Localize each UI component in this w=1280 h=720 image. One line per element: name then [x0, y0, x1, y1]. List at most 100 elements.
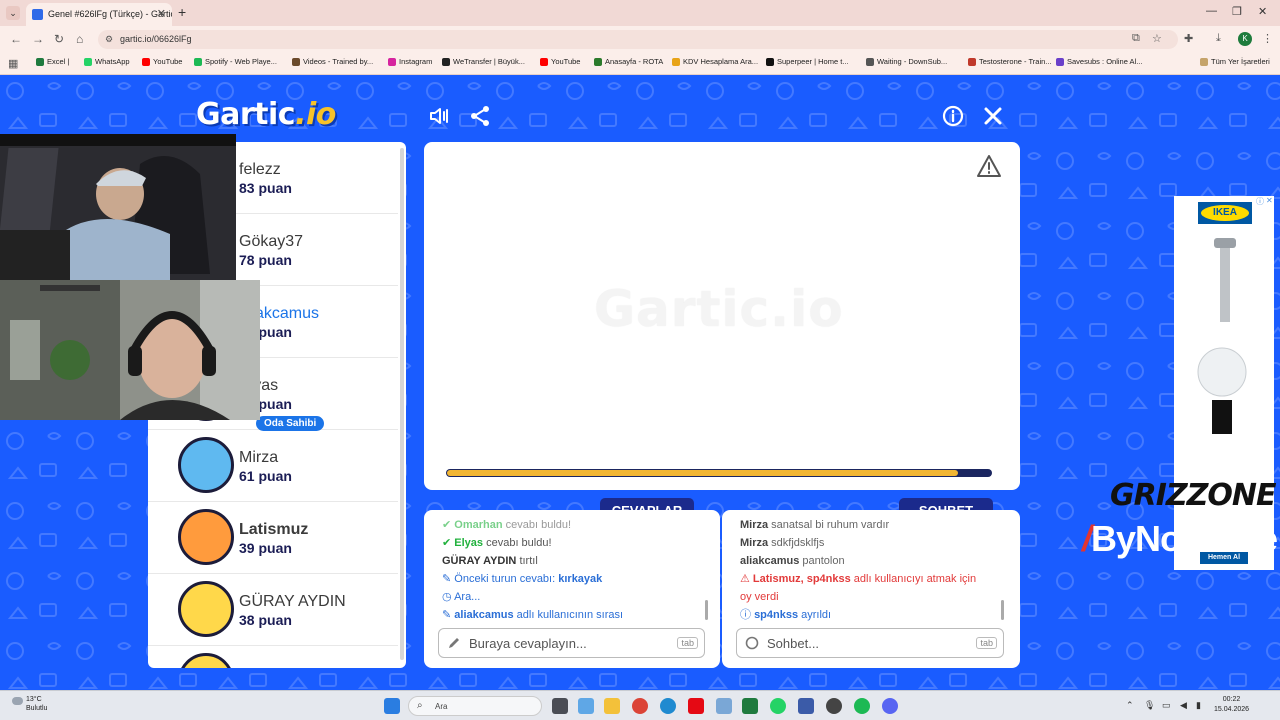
message-text: adlı kullanıcının sırası [513, 609, 624, 621]
settings-icon[interactable] [798, 698, 814, 714]
home-icon[interactable]: ⌂ [76, 32, 83, 46]
tray-chevron-icon[interactable]: ⌃ [1126, 700, 1134, 711]
site-info-icon[interactable]: ⚙ [105, 34, 113, 45]
report-warning-icon[interactable] [976, 154, 1002, 178]
bookmark-item[interactable]: YouTube [142, 57, 182, 66]
chat-scrollbar[interactable] [1001, 600, 1004, 620]
battery-icon[interactable]: ▮ [1196, 700, 1201, 711]
taskbar-clock[interactable]: 00:22 15.04.2026 [1214, 695, 1249, 715]
sound-icon[interactable] [428, 104, 452, 128]
player-name: Latismuz [239, 521, 309, 538]
new-tab-button[interactable]: + [178, 4, 186, 20]
chrome-icon[interactable] [632, 698, 648, 714]
chat-message: ⚠ Latismuz, sp4nkss adlı kullanıcıyı atm… [740, 570, 1004, 588]
webcam-streamer-1 [0, 134, 236, 282]
spotify-icon[interactable] [854, 698, 870, 714]
whatsapp-icon[interactable] [770, 698, 786, 714]
ad-info-icon[interactable]: ⓘ [1256, 196, 1264, 207]
bookmark-item[interactable]: Instagram [388, 57, 432, 66]
network-icon[interactable]: ▭ [1162, 700, 1171, 711]
drawing-canvas[interactable]: Gartic.io [424, 142, 1020, 490]
answer-input[interactable]: Buraya cevaplayın... tab [438, 628, 705, 658]
all-bookmarks-folder[interactable]: Tüm Yer İşaretleri [1200, 57, 1270, 66]
message-user: Elyas [454, 537, 484, 549]
apps-icon[interactable]: ▦ [8, 57, 18, 70]
chat-bubble-icon [745, 636, 759, 650]
gartic-logo[interactable]: Gartic.io [196, 97, 336, 132]
bookmark-item[interactable]: YouTube [540, 57, 580, 66]
weather-widget[interactable]: 13°C Bulutlu [12, 695, 47, 713]
obs-icon[interactable] [826, 698, 842, 714]
player-row[interactable]: Mirza 61 puan [148, 430, 398, 502]
url-text: gartic.io/06626lFg [120, 34, 192, 44]
alert-icon: ⚠ [740, 573, 753, 585]
edge-icon[interactable] [660, 698, 676, 714]
gartic-favicon-icon [32, 9, 43, 20]
bookmark-item[interactable]: Spotify - Web Playe... [194, 57, 277, 66]
chat-message: ✎ Önceki turun cevabı: kırkayak [442, 570, 704, 588]
players-scrollbar[interactable] [400, 148, 404, 660]
task-view-icon[interactable] [552, 698, 568, 714]
reload-icon[interactable]: ↻ [54, 32, 64, 46]
browser-tab[interactable]: Genel #626lFg (Türkçe) - Gartic ✕ [26, 3, 172, 26]
extensions-icon[interactable]: ✚ [1184, 32, 1193, 45]
back-icon[interactable]: ← [10, 32, 22, 46]
bookmark-star-icon[interactable]: ☆ [1152, 32, 1162, 45]
store-icon[interactable] [716, 698, 732, 714]
copilot-icon[interactable] [578, 698, 594, 714]
bookmark-item[interactable]: Waiting - DownSub... [866, 57, 947, 66]
bookmark-item[interactable]: Anasayfa - ROTA [594, 57, 663, 66]
tab-search-button[interactable]: ⌄ [6, 6, 20, 20]
menu-icon[interactable]: ⋮ [1262, 32, 1273, 45]
excel-icon[interactable] [742, 698, 758, 714]
mic-icon[interactable]: 🎙 [1144, 700, 1155, 711]
canvas-watermark: Gartic.io [594, 280, 844, 338]
profile-avatar[interactable]: K [1238, 32, 1252, 46]
install-app-icon[interactable]: ⧉ [1132, 32, 1140, 45]
exit-icon[interactable] [981, 104, 1005, 128]
player-row[interactable]: GÜRAY AYDIN 38 puan [148, 574, 398, 646]
ikea-ad[interactable]: IKEA Hemen Al [1174, 196, 1274, 570]
maximize-icon[interactable]: ❐ [1232, 5, 1242, 18]
downloads-icon[interactable]: ⤓ [1216, 32, 1221, 45]
bookmark-item[interactable]: Superpeer | Home t... [766, 57, 849, 66]
start-icon[interactable] [384, 698, 400, 714]
answers-scrollbar[interactable] [705, 600, 708, 620]
netflix-icon[interactable] [688, 698, 704, 714]
bookmark-item[interactable]: Excel | [36, 57, 69, 66]
taskbar-search[interactable]: ⌕ Ara [408, 696, 542, 716]
bookmark-item[interactable]: Videos - Trained by... [292, 57, 373, 66]
bookmark-item[interactable]: Savesubs : Online Al... [1056, 57, 1142, 66]
bookmark-item[interactable]: WeTransfer | Büyük... [442, 57, 525, 66]
ad-close-icon[interactable]: ✕ [1266, 196, 1273, 205]
chat-message: ✔ Elyas cevabı buldu! [442, 534, 704, 552]
share-icon[interactable] [468, 104, 492, 128]
message-text: sanatsal bi ruhum vardır [768, 519, 890, 531]
bookmark-item[interactable]: KDV Hesaplama Ara... [672, 57, 758, 66]
room-owner-badge: Oda Sahibi [256, 416, 325, 431]
chat-input[interactable]: Sohbet... tab [736, 628, 1004, 658]
bookmark-item[interactable]: Testosterone - Train... [968, 57, 1052, 66]
info-icon: ⓘ [740, 609, 755, 621]
minimize-icon[interactable]: — [1206, 5, 1217, 17]
ad-bulb-lamp-image [1197, 347, 1247, 434]
forward-icon[interactable]: → [32, 32, 44, 46]
url-field[interactable]: ⚙ gartic.io/06626lFg [98, 30, 1178, 49]
close-window-icon[interactable]: ✕ [1258, 5, 1267, 18]
message-text: Önceki turun cevabı: [454, 573, 559, 585]
discord-icon[interactable] [882, 698, 898, 714]
player-row[interactable]: Latismuz 39 puan [148, 502, 398, 574]
bookmark-item[interactable]: WhatsApp [84, 57, 130, 66]
close-tab-icon[interactable]: ✕ [157, 7, 166, 20]
chat-message: Mirza sanatsal bi ruhum vardır [740, 516, 1004, 534]
webcam-streamer-2 [0, 280, 260, 420]
player-score: 61 puan [239, 468, 292, 484]
player-avatar [178, 653, 234, 668]
browser-tab-bar: ⌄ Genel #626lFg (Türkçe) - Gartic ✕ + — … [0, 0, 1280, 26]
volume-icon[interactable]: ◀ [1180, 700, 1187, 711]
check-icon: ✔ [442, 537, 455, 549]
file-explorer-icon[interactable] [604, 698, 620, 714]
grizzone-overlay-logo: GRIZZONE [1110, 478, 1276, 513]
info-icon[interactable] [941, 104, 965, 128]
message-user: Mirza [740, 537, 769, 549]
